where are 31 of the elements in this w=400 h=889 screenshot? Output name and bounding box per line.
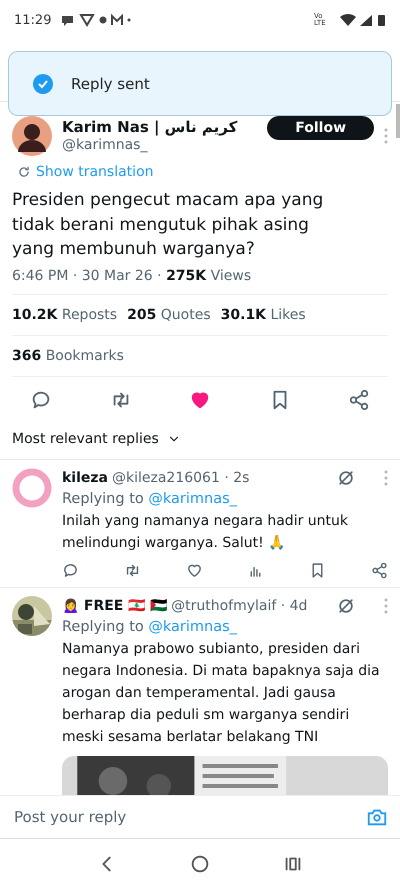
stat-link[interactable]: 30.1K Likes <box>220 306 306 322</box>
heart-icon[interactable] <box>186 562 203 578</box>
sort-dropdown[interactable]: Most relevant replies <box>12 430 159 446</box>
notification-icons-drawing <box>61 13 132 27</box>
tweet-meta: 6:46 PM · 30 Mar 26 · 275K Views <box>12 262 388 294</box>
reply-field[interactable]: Post your reply <box>12 807 366 827</box>
reply-handle: @kileza216061 · 2s <box>112 470 250 486</box>
avatar[interactable] <box>12 116 52 156</box>
reply-icon[interactable] <box>62 562 79 578</box>
toast-message: Reply sent <box>71 74 150 92</box>
signal-battery-icons-drawing <box>340 13 386 27</box>
stat-link[interactable]: 205 Quotes <box>127 306 211 322</box>
follow-button[interactable]: Follow <box>267 116 374 140</box>
author-name: Karim Nas | كريم ناس <box>62 118 238 136</box>
share-icon[interactable] <box>370 562 388 578</box>
scrollbar <box>396 104 400 138</box>
check-icon <box>33 74 53 94</box>
stat-link[interactable]: 10.2K Reposts <box>12 306 118 322</box>
reply-author: kileza <box>62 470 108 486</box>
replying-to: Replying to @karimnas_ <box>62 490 238 508</box>
replying-to: Replying to @karimnas_ <box>62 618 238 636</box>
translate-icon <box>17 165 31 179</box>
tweet-text: Presiden pengecut macam apa yang tidak berani mengutuk pihak asing yang membunuh warganya? <box>11 189 324 261</box>
share-icon[interactable] <box>348 388 370 410</box>
reply-text: Namanya prabowo subianto, presiden dari negara Indonesia. Di mata bapaknya saja dia arogan dan temperamental. Jadi gausa berharap dia peduli sm warganya sendiri meski sesama berlatar belakang TNI <box>62 640 381 746</box>
reply-text: Inilah yang namanya negara hadir untuk melindungi warganya. Salut! 🙏 <box>62 512 350 552</box>
stat-link[interactable]: 366 Bookmarks <box>12 348 124 364</box>
clock: 11:29 <box>14 12 52 28</box>
reply-handle: @truthofmylaif · 4d <box>171 598 308 614</box>
reply-author: 🙍‍♀ FREE 🇱🇧 🇵🇸 <box>62 597 168 614</box>
author-handle: @karimnas_ <box>62 136 149 154</box>
